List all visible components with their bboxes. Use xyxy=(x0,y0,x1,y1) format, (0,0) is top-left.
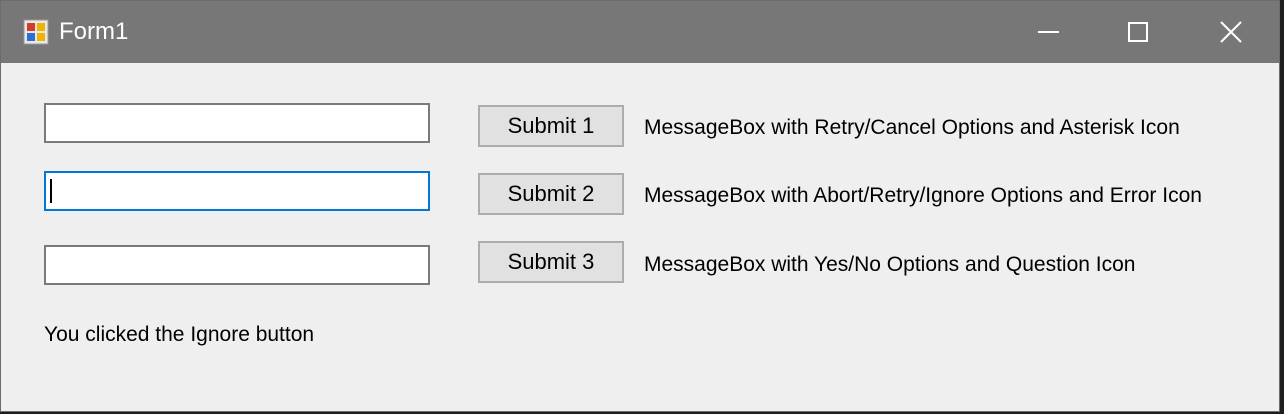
textbox-2[interactable] xyxy=(44,171,430,211)
close-button[interactable] xyxy=(1185,1,1275,63)
text-caret xyxy=(50,179,52,203)
submit-2-button[interactable]: Submit 2 xyxy=(478,173,624,215)
submit-1-button[interactable]: Submit 1 xyxy=(478,105,624,147)
description-2: MessageBox with Abort/Retry/Ignore Optio… xyxy=(644,184,1202,207)
submit-3-button[interactable]: Submit 3 xyxy=(478,241,624,283)
textbox-3[interactable] xyxy=(44,245,430,285)
close-icon xyxy=(1220,21,1242,43)
status-label: You clicked the Ignore button xyxy=(44,323,315,346)
textbox-1[interactable] xyxy=(44,103,430,143)
window-title: Form1 xyxy=(59,18,129,45)
description-3: MessageBox with Yes/No Options and Quest… xyxy=(644,253,1136,276)
maximize-button[interactable] xyxy=(1093,1,1183,63)
minimize-button[interactable] xyxy=(1003,1,1093,63)
maximize-icon xyxy=(1128,22,1148,42)
windows-form-icon xyxy=(23,19,49,45)
minimize-icon xyxy=(1038,31,1059,33)
description-1: MessageBox with Retry/Cancel Options and… xyxy=(644,116,1180,139)
form1-window: Form1 Submit 1 MessageBox with Retry/Can… xyxy=(0,0,1280,412)
title-bar[interactable]: Form1 xyxy=(1,1,1279,63)
